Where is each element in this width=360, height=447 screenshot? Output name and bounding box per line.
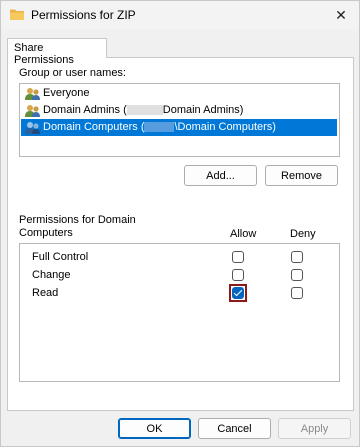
group-list-label: Group or user names: <box>19 67 126 79</box>
read-deny-checkbox[interactable] <box>291 287 303 299</box>
change-deny-checkbox[interactable] <box>291 269 303 281</box>
permissions-label-line2: Computers <box>19 227 73 239</box>
list-item-label: Domain Admins ( <box>43 104 127 116</box>
permission-full-control-label: Full Control <box>32 251 89 263</box>
list-item-suffix: Domain Admins) <box>162 104 244 116</box>
users-icon <box>25 105 40 117</box>
window-title: Permissions for ZIP <box>31 8 136 22</box>
allow-column-header: Allow <box>230 228 257 240</box>
list-item-label: Everyone <box>43 87 90 99</box>
ok-button[interactable]: OK <box>118 418 191 439</box>
redacted-domain <box>126 105 163 116</box>
permission-change-label: Change <box>32 269 71 281</box>
folder-icon <box>10 9 24 20</box>
list-item-label: Domain Computers ( <box>43 121 145 133</box>
permissions-dialog: Permissions for ZIP ✕ Share Permissions … <box>0 0 360 447</box>
full-control-deny-checkbox[interactable] <box>291 251 303 263</box>
permissions-list: Full Control Change Read <box>19 243 340 382</box>
computers-icon <box>25 122 40 134</box>
remove-button[interactable]: Remove <box>265 165 338 186</box>
list-item-suffix: \Domain Computers) <box>174 121 276 133</box>
list-item-everyone[interactable]: Everyone <box>21 85 337 102</box>
change-allow-checkbox[interactable] <box>232 269 244 281</box>
permission-read-label: Read <box>32 287 59 299</box>
list-item-domain-admins[interactable]: Domain Admins ( Domain Admins) <box>21 102 337 119</box>
tab-label: Share Permissions <box>14 42 74 66</box>
users-icon <box>25 88 40 100</box>
group-user-list[interactable]: Everyone Domain Admins ( Domain Admins) D… <box>19 83 340 157</box>
redacted-domain <box>144 122 175 133</box>
cancel-button[interactable]: Cancel <box>198 418 271 439</box>
permissions-label-line1: Permissions for Domain <box>19 214 136 226</box>
deny-column-header: Deny <box>290 228 316 240</box>
read-allow-checkbox[interactable] <box>232 287 244 299</box>
title-bar: Permissions for ZIP ✕ <box>1 1 359 29</box>
apply-button[interactable]: Apply <box>278 418 351 439</box>
add-button[interactable]: Add... <box>184 165 257 186</box>
list-item-domain-computers[interactable]: Domain Computers ( \Domain Computers) <box>21 119 337 136</box>
full-control-allow-checkbox[interactable] <box>232 251 244 263</box>
close-button[interactable]: ✕ <box>323 1 359 29</box>
tab-share-permissions[interactable]: Share Permissions <box>7 38 107 66</box>
